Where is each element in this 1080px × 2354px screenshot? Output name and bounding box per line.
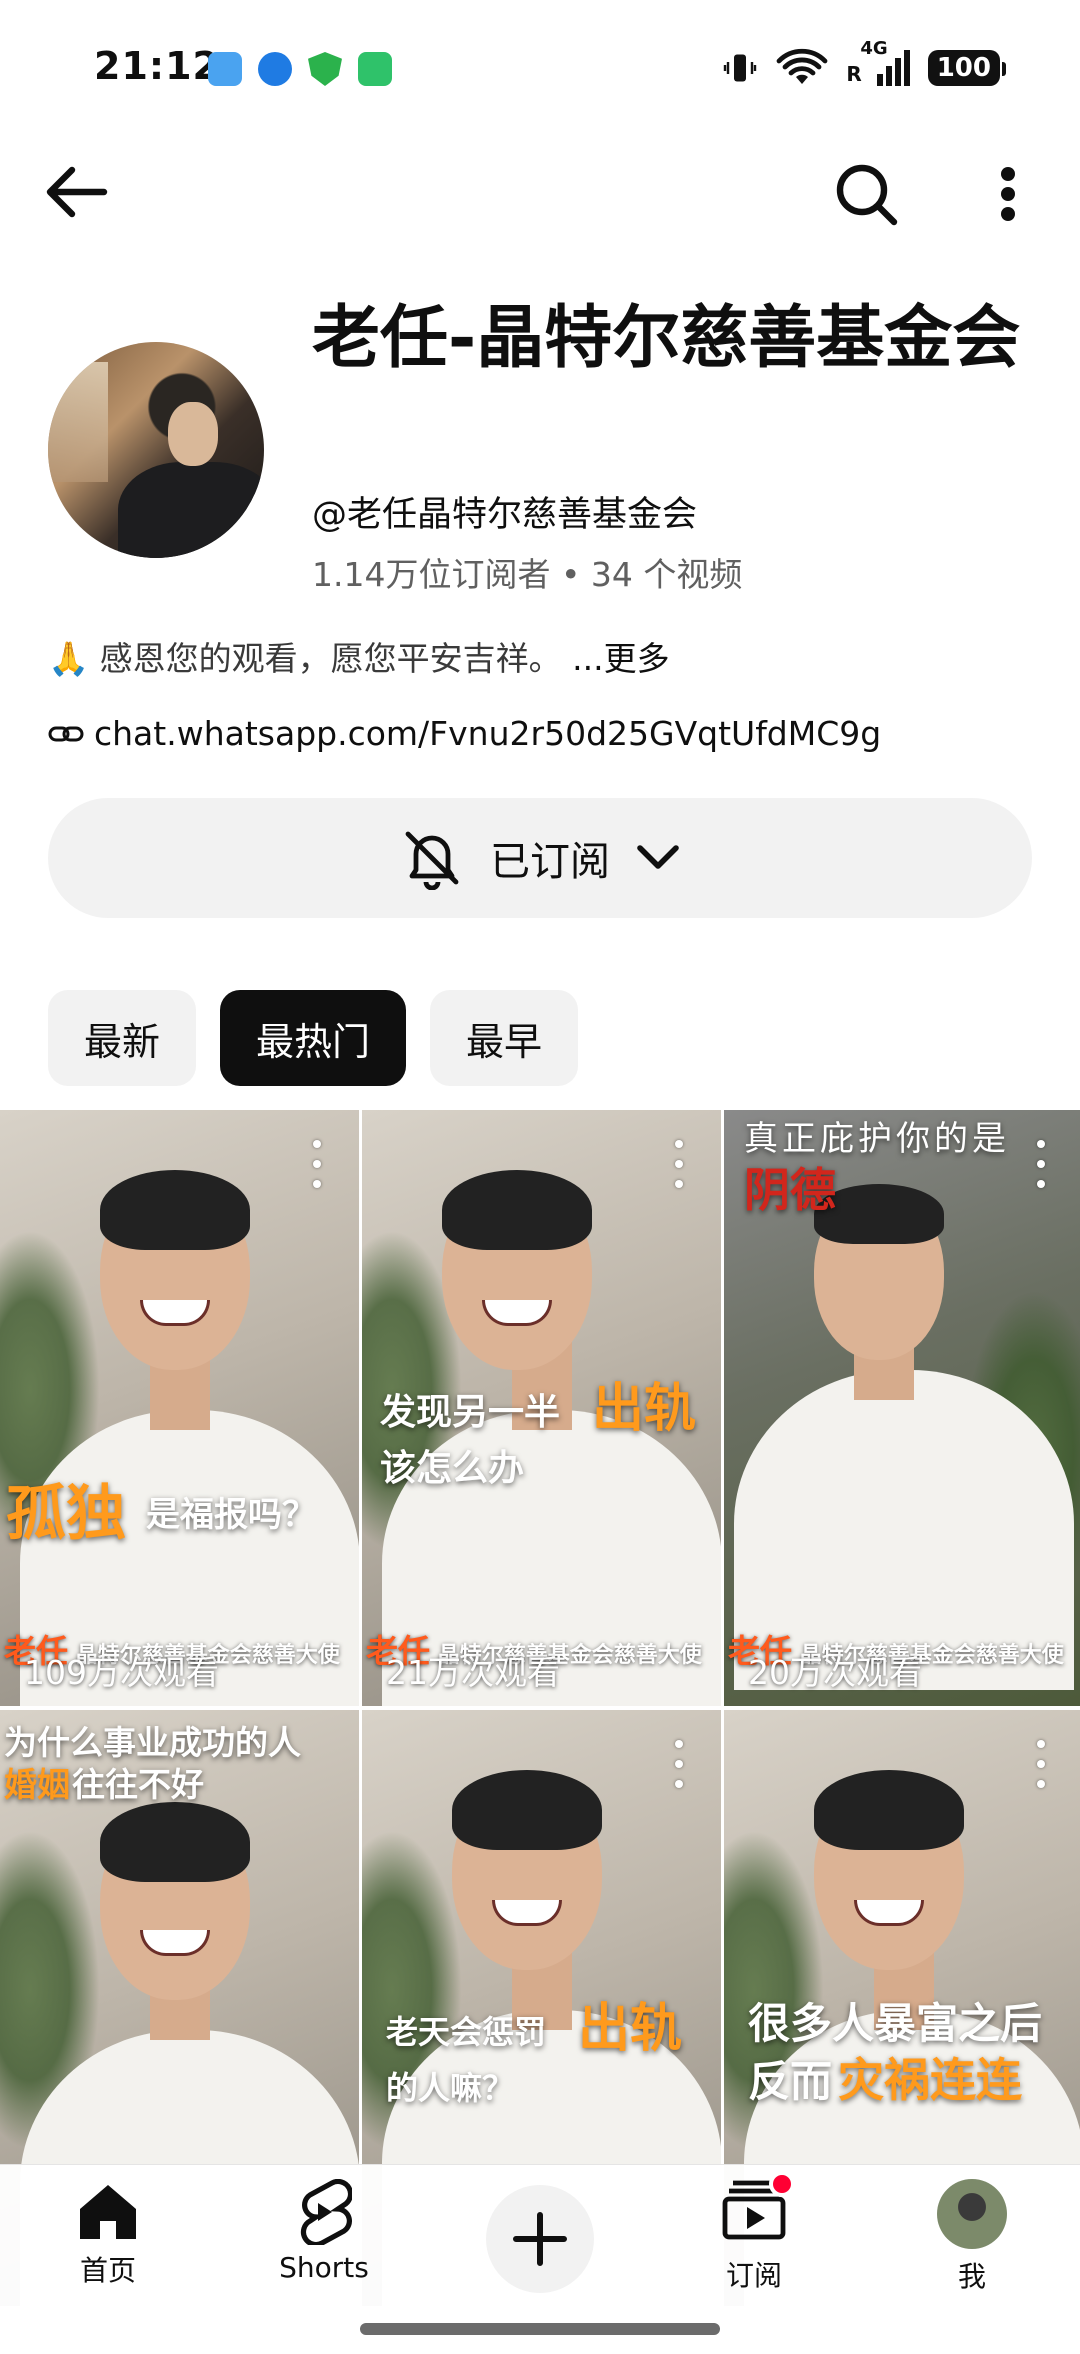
video-overlay-subtitle: 是福报吗？ — [146, 1495, 316, 1535]
nav-shorts[interactable]: Shorts — [244, 2179, 404, 2284]
status-indicators: R 4G 100 — [722, 38, 1007, 88]
nav-shorts-label: Shorts — [279, 2251, 369, 2284]
video-views: 109万次观看 — [24, 1653, 219, 1692]
home-indicator[interactable] — [360, 2323, 720, 2335]
channel-description[interactable]: 🙏 感恩您的观看，愿您平安吉祥。 ...更多 — [48, 632, 670, 680]
video-menu-button[interactable] — [1029, 1134, 1053, 1194]
nav-subscriptions-label: 订阅 — [725, 2259, 782, 2292]
channel-avatar[interactable] — [48, 342, 264, 558]
video-menu-button[interactable] — [667, 1134, 691, 1194]
video-overlay-highlight: 出轨 — [578, 1999, 683, 2059]
chip-latest[interactable]: 最新 — [48, 990, 197, 1086]
home-icon — [80, 2185, 136, 2239]
video-grid: 孤独 是福报吗？ 老任 晶特尔慈善基金会慈善大使 109万次观看 发现另一半 出… — [0, 1110, 1080, 2306]
video-overlay-title: 孤独 — [6, 1479, 126, 1549]
video-overlay-title: 为什么事业成功的人 — [4, 1723, 301, 1762]
video-overlay-subtitle: 该怎么办 — [380, 1448, 525, 1489]
channel-title: 老任-晶特尔慈善基金会 — [312, 299, 1021, 378]
create-button[interactable] — [486, 2185, 594, 2293]
video-tile[interactable]: 真正庇护你的是 阴德 老任 晶特尔慈善基金会慈善大使 20万次观看 — [724, 1110, 1080, 1706]
notification-dot — [769, 2171, 795, 2197]
video-overlay-title: 真正庇护你的是 — [744, 1119, 1010, 1159]
video-overlay-highlight: 阴德 — [744, 1163, 836, 1217]
search-button[interactable] — [826, 154, 906, 234]
user-avatar — [937, 2179, 1007, 2249]
video-menu-button[interactable] — [667, 1734, 691, 1794]
battery-indicator: 100 — [927, 50, 1007, 86]
status-bar: 21:12 R 4G 100 — [0, 0, 1080, 140]
wifi-icon — [776, 48, 828, 84]
video-overlay-title: 很多人暴富之后 — [748, 1999, 1043, 2048]
channel-handle: @老任晶特尔慈善基金会 — [312, 495, 698, 535]
channel-link[interactable]: chat.whatsapp.com/Fvnu2r50d25GVqtUfdMC9g — [48, 714, 881, 753]
browser-app-icon — [258, 52, 292, 86]
nav-me[interactable]: 我 — [892, 2179, 1052, 2295]
arrow-left-icon — [46, 166, 108, 218]
vibrate-icon — [724, 54, 757, 82]
shorts-icon — [300, 2179, 352, 2245]
nav-home-label: 首页 — [79, 2254, 136, 2287]
link-icon — [48, 726, 84, 741]
video-overlay-subtitle: 的人嘛？ — [386, 2069, 515, 2107]
status-app-icons — [208, 52, 392, 86]
video-overlay-title: 发现另一半 — [380, 1392, 561, 1433]
top-app-bar — [0, 140, 1080, 240]
nav-home[interactable]: 首页 — [28, 2179, 188, 2289]
video-tile[interactable]: 孤独 是福报吗？ 老任 晶特尔慈善基金会慈善大使 109万次观看 — [0, 1110, 359, 1706]
status-time: 21:12 — [94, 44, 220, 88]
bell-off-icon — [405, 831, 459, 890]
video-overlay-subtitle: 反而 — [748, 2057, 833, 2106]
video-overlay-highlight: 出轨 — [592, 1379, 697, 1439]
video-views: 20万次观看 — [748, 1653, 922, 1692]
battery-app-icon — [358, 52, 392, 86]
subscribed-button[interactable]: 已订阅 — [48, 798, 1032, 918]
video-overlay-subtitle: 往往不好 — [72, 1765, 204, 1804]
video-views: 21万次观看 — [386, 1653, 560, 1692]
subscribed-label: 已订阅 — [490, 839, 610, 885]
more-options-button[interactable] — [980, 154, 1036, 234]
channel-stats: 1.14万位订阅者 • 34 个视频 — [312, 555, 743, 594]
channel-link-text: chat.whatsapp.com/Fvnu2r50d25GVqtUfdMC9g — [94, 714, 882, 753]
sort-chips: 最新 最热门 最早 — [48, 990, 579, 1086]
description-more-link[interactable]: ...更多 — [572, 639, 669, 678]
bottom-navigation: 首页 Shorts 订阅 我 — [0, 2164, 1080, 2354]
security-app-icon — [308, 52, 342, 86]
chip-oldest[interactable]: 最早 — [430, 990, 579, 1086]
more-vertical-icon — [1001, 167, 1015, 221]
video-overlay-highlight: 婚姻 — [4, 1765, 70, 1804]
weather-app-icon — [208, 52, 242, 86]
video-overlay-title: 老天会惩罚 — [386, 2013, 547, 2051]
video-menu-button[interactable] — [1029, 1734, 1053, 1794]
signal-indicator: R 4G — [846, 38, 910, 86]
channel-description-text: 🙏 感恩您的观看，愿您平安吉祥。 — [48, 639, 562, 678]
video-menu-button[interactable] — [305, 1134, 329, 1194]
chip-popular[interactable]: 最热门 — [220, 990, 407, 1086]
nav-subscriptions[interactable]: 订阅 — [674, 2171, 834, 2294]
plus-icon — [513, 2212, 567, 2266]
chevron-down-icon — [637, 845, 679, 869]
video-tile[interactable]: 发现另一半 出轨 该怎么办 老任 晶特尔慈善基金会慈善大使 21万次观看 — [362, 1110, 721, 1706]
network-label: 4G — [860, 38, 888, 59]
search-icon — [836, 164, 898, 226]
nav-me-label: 我 — [957, 2260, 986, 2293]
video-overlay-highlight: 灾祸连连 — [838, 2053, 1022, 2107]
back-button[interactable] — [44, 162, 124, 222]
roaming-label: R — [846, 62, 862, 86]
